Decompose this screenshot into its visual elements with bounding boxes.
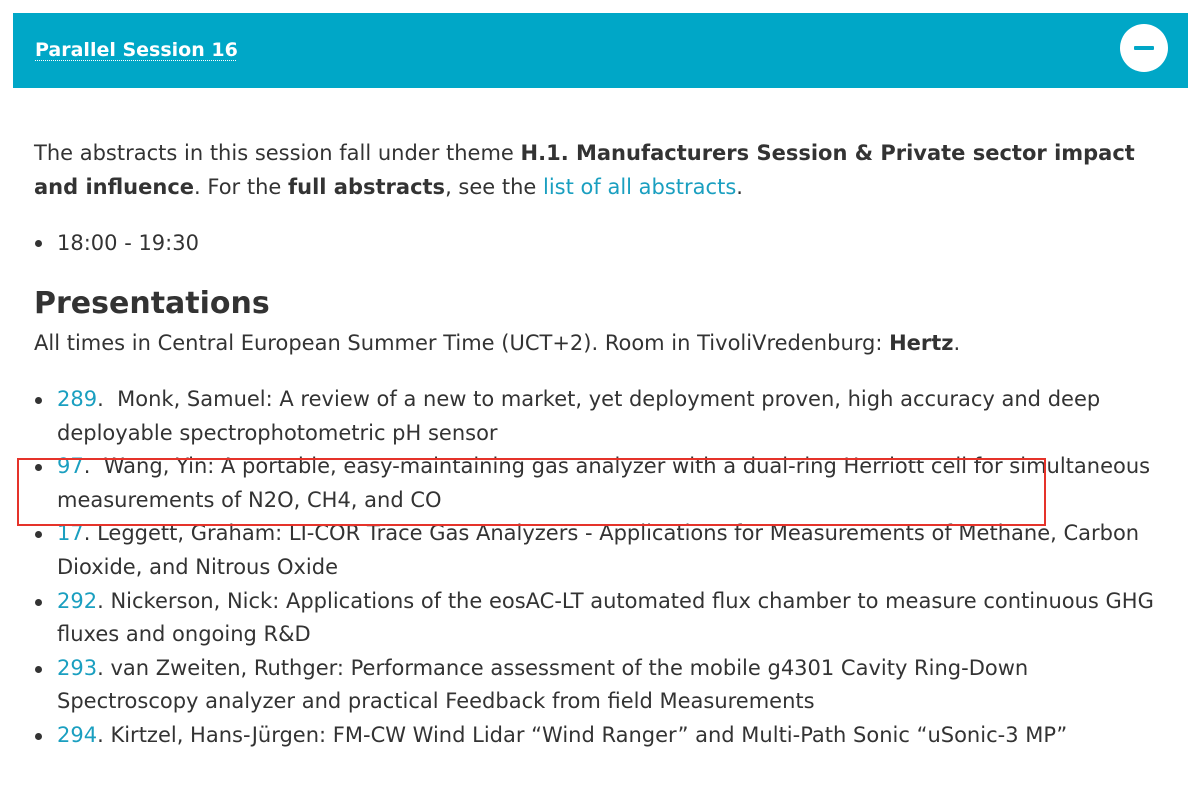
intro-text: . <box>736 175 743 199</box>
separator: . <box>97 655 111 680</box>
abstract-link[interactable]: 294 <box>57 723 97 747</box>
presentation-title: Kirtzel, Hans-Jürgen: FM-CW Wind Lidar “… <box>110 722 1068 747</box>
abstract-link[interactable]: 289 <box>57 387 97 411</box>
presentation-item: 292. Nickerson, Nick: Applications of th… <box>34 585 1174 652</box>
session-header[interactable]: Parallel Session 16 <box>13 13 1188 88</box>
intro-text: The abstracts in this session fall under… <box>34 141 521 165</box>
presentation-item: 289. Monk, Samuel: A review of a new to … <box>34 383 1174 450</box>
abstract-link[interactable]: 97 <box>57 454 84 478</box>
session-title-link[interactable]: Parallel Session 16 <box>35 38 238 62</box>
abstract-link[interactable]: 292 <box>57 589 97 613</box>
intro-paragraph: The abstracts in this session fall under… <box>34 136 1174 204</box>
time-list: 18:00 - 19:30 <box>34 226 1174 260</box>
intro-text: . For the <box>194 175 288 199</box>
session-time: 18:00 - 19:30 <box>34 226 1174 260</box>
abstract-link[interactable]: 17 <box>57 521 84 545</box>
session-content: The abstracts in this session fall under… <box>34 136 1174 753</box>
intro-text: , see the <box>445 175 544 199</box>
timezone-note-text: . <box>953 331 961 355</box>
timezone-note-text: All times in Central European Summer Tim… <box>34 331 890 355</box>
presentation-item: 294. Kirtzel, Hans-Jürgen: FM-CW Wind Li… <box>34 719 1174 753</box>
presentation-item: 293. van Zweiten, Ruthger: Performance a… <box>34 652 1174 719</box>
presentation-title: Monk, Samuel: A review of a new to marke… <box>57 387 1101 445</box>
room-name: Hertz <box>889 331 954 355</box>
presentation-title: Nickerson, Nick: Applications of the eos… <box>57 588 1154 647</box>
presentation-item: 97. Wang, Yin: A portable, easy-maintain… <box>34 450 1174 517</box>
presentation-list: 289. Monk, Samuel: A review of a new to … <box>34 383 1174 753</box>
separator: . <box>97 588 111 613</box>
separator: . <box>97 387 118 411</box>
separator: . <box>97 722 111 747</box>
separator: . <box>83 521 98 546</box>
timezone-note: All times in Central European Summer Tim… <box>34 326 1174 360</box>
abstract-link[interactable]: 293 <box>57 656 97 680</box>
collapse-button[interactable] <box>1120 24 1168 72</box>
presentation-title: Wang, Yin: A portable, easy-maintaining … <box>57 454 1151 512</box>
full-abstracts-label: full abstracts <box>288 175 446 199</box>
presentation-item: 17. Leggett, Graham: LI-COR Trace Gas An… <box>34 517 1174 584</box>
separator: . <box>83 454 104 479</box>
presentation-title: van Zweiten, Ruthger: Performance assess… <box>57 655 1029 714</box>
all-abstracts-link[interactable]: list of all abstracts <box>543 175 736 199</box>
presentation-title: Leggett, Graham: LI-COR Trace Gas Analyz… <box>57 521 1140 579</box>
minus-icon <box>1134 46 1154 50</box>
presentations-heading: Presentations <box>34 286 270 321</box>
